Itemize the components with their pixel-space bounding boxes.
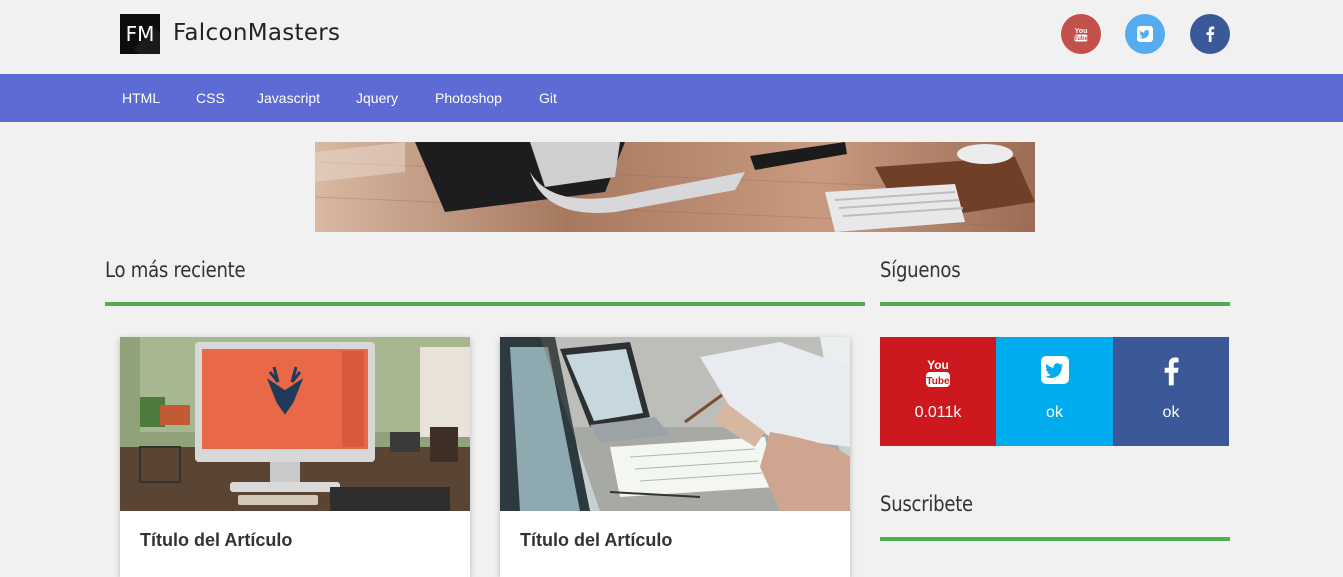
subscribe-section-title: Suscribete [880,492,973,516]
facebook-follow-box[interactable]: ok [1113,337,1229,446]
logo[interactable]: FM [120,14,160,54]
article-title[interactable]: Título del Artículo [140,530,292,551]
twitter-icon [1040,356,1069,384]
article-image [500,337,850,511]
latest-section-divider [105,302,865,306]
youtube-follower-count: 0.011k [914,404,962,421]
facebook-icon [1206,26,1215,42]
article-image [120,337,470,511]
twitter-icon [1137,26,1153,42]
nav-item-css[interactable]: CSS [196,90,225,106]
latest-section-title: Lo más reciente [105,258,246,282]
svg-text:Tube: Tube [926,376,950,387]
nav-item-html[interactable]: HTML [122,90,160,106]
twitter-header-button[interactable] [1125,14,1165,54]
site-header: FM FalconMasters You Tube [0,0,1343,74]
brand-name[interactable]: FalconMasters [173,20,340,46]
svg-text:Tube: Tube [1074,36,1089,42]
svg-text:You: You [927,358,949,372]
svg-text:You: You [1075,28,1088,35]
article-card[interactable]: Título del Artículo [500,337,850,577]
twitter-follower-count: ok [1046,404,1063,421]
youtube-icon: You Tube [1074,28,1089,42]
facebook-header-button[interactable] [1190,14,1230,54]
logo-text: FM [125,22,155,46]
nav-item-photoshop[interactable]: Photoshop [435,90,502,106]
youtube-header-button[interactable]: You Tube [1061,14,1101,54]
follow-section-title: Síguenos [880,258,961,282]
nav-item-git[interactable]: Git [539,90,557,106]
facebook-icon [1164,357,1179,386]
article-card[interactable]: Título del Artículo [120,337,470,577]
youtube-icon: You Tube [926,358,950,387]
subscribe-section-divider [880,537,1230,541]
follow-section-divider [880,302,1230,306]
facebook-follower-count: ok [1162,404,1180,421]
nav-item-jquery[interactable]: Jquery [356,90,398,106]
article-title[interactable]: Título del Artículo [520,530,672,551]
twitter-follow-box[interactable]: ok [996,337,1113,446]
hero-banner-image [315,142,1035,232]
youtube-follow-box[interactable]: You Tube 0.011k [880,337,996,446]
nav-item-javascript[interactable]: Javascript [257,90,320,106]
main-nav: HTML CSS Javascript Jquery Photoshop Git [0,74,1343,122]
